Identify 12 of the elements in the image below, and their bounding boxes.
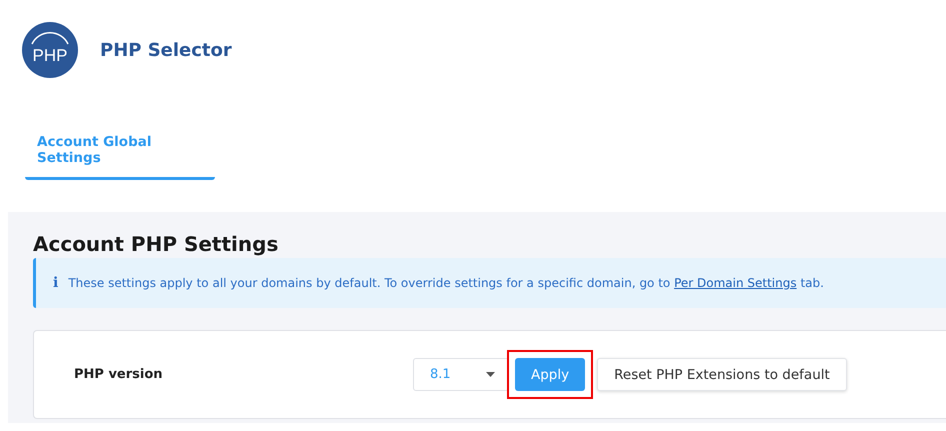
per-domain-link[interactable]: Per Domain Settings (674, 276, 797, 290)
caret-icon (486, 372, 495, 377)
apply-button[interactable]: Apply (515, 358, 586, 391)
info-text: These settings apply to all your domains by default. To override settings for a specific domain, go to Per Domain Settings tab. (68, 276, 824, 290)
reset-button[interactable]: Reset PHP Extensions to default (597, 358, 847, 391)
tab[interactable]: Account Global Settings (25, 125, 215, 180)
page-title: PHP Selector (100, 40, 232, 60)
php-logo-icon: PHP (22, 22, 78, 78)
setting-label: PHP version (74, 367, 164, 382)
section-heading: Account PHP Settings (33, 232, 280, 256)
version-select[interactable]: 8.1 (413, 358, 509, 391)
info-icon: i (53, 275, 58, 291)
